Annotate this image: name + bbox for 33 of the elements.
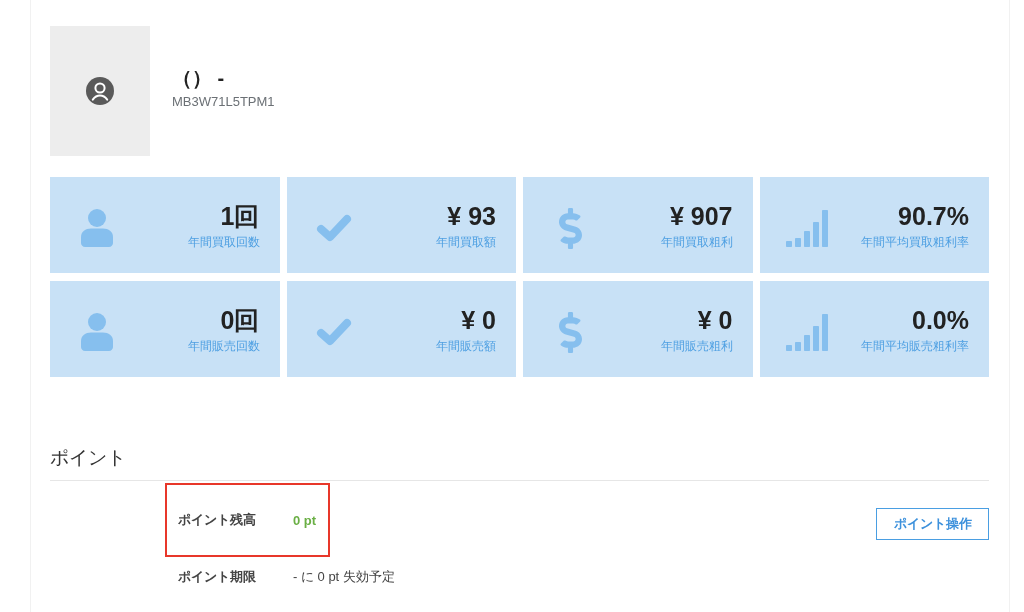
customer-code: MB3W71L5TPM1 — [172, 94, 275, 110]
person-circle-icon — [86, 77, 114, 105]
dollar-sign-icon — [558, 207, 582, 249]
check-icon — [315, 214, 352, 242]
field-value: - に 0 pt 失効予定 — [293, 568, 395, 586]
field-value: 0 pt — [293, 512, 317, 528]
stat-value: ¥ 907 — [669, 200, 733, 231]
signal-bars-icon — [785, 209, 828, 247]
stat-label: 年間買取額 — [436, 234, 496, 250]
field-label: ポイント残高 — [178, 511, 257, 529]
stat-label: 年間平均買取粗利率 — [861, 234, 969, 250]
dollar-sign-icon — [558, 311, 582, 353]
field-label: ポイント期限 — [178, 568, 257, 586]
stat-value: 1回 — [220, 200, 260, 231]
stat-label: 年間平均販売粗利率 — [861, 338, 969, 354]
stat-value: 0.0% — [912, 304, 969, 335]
points-action-button[interactable]: ポイント操作 — [876, 508, 989, 540]
stat-value: 0回 — [220, 304, 260, 335]
stat-value: ¥ 93 — [447, 200, 496, 231]
stat-label: 年間販売額 — [436, 338, 496, 354]
stat-value: 90.7% — [898, 200, 969, 231]
section-title: ポイント — [50, 446, 126, 470]
check-icon — [315, 318, 352, 346]
stat-label: 年間販売回数 — [187, 338, 260, 354]
stat-label: 年間買取回数 — [187, 234, 260, 250]
stat-label: 年間販売粗利 — [660, 338, 733, 354]
customer-name: （） - — [172, 66, 226, 90]
signal-bars-icon — [785, 313, 828, 351]
stat-label: 年間買取粗利 — [660, 234, 733, 250]
stat-value: ¥ 0 — [697, 304, 733, 335]
user-icon — [81, 209, 113, 247]
user-icon — [81, 313, 113, 351]
stat-value: ¥ 0 — [461, 304, 496, 335]
